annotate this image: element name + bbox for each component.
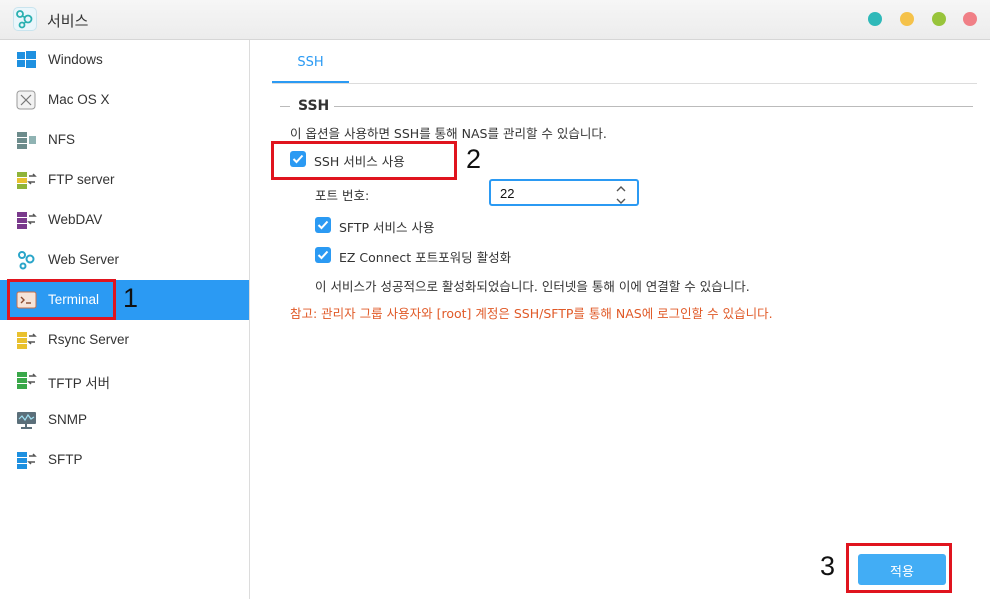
note-text: 참고: 관리자 그룹 사용자와 [root] 계정은 SSH/SFTP를 통해 …	[290, 306, 773, 321]
ez-connect-checkbox[interactable]	[315, 247, 331, 263]
macos-icon	[16, 90, 37, 110]
sftp-enable-label: SFTP 서비스 사용	[339, 220, 435, 235]
sidebar-item-label: Mac OS X	[48, 92, 110, 107]
sidebar-item-label: FTP server	[48, 172, 115, 187]
webdav-icon	[16, 210, 37, 230]
services-app-icon	[13, 7, 37, 31]
ez-connect-label: EZ Connect 포트포워딩 활성화	[339, 250, 512, 265]
sidebar-item-label: Web Server	[48, 252, 120, 267]
annotation-number-1: 1	[123, 283, 139, 313]
window-title: 서비스	[47, 12, 89, 30]
sidebar-item-web-server[interactable]: Web Server	[0, 240, 249, 280]
sidebar-item-windows[interactable]: Windows	[0, 40, 249, 80]
tftp-icon	[16, 370, 37, 390]
sidebar-item-macos[interactable]: Mac OS X	[0, 80, 249, 120]
sidebar-item-label: Rsync Server	[48, 332, 130, 347]
checkmark-icon	[317, 220, 329, 230]
window-control-close[interactable]	[963, 12, 977, 26]
sidebar-item-rsync[interactable]: Rsync Server	[0, 320, 249, 360]
tab-divider	[272, 83, 977, 84]
sidebar-item-ftp[interactable]: FTP server	[0, 160, 249, 200]
annotation-box-terminal	[7, 279, 116, 320]
tab-ssh[interactable]: SSH	[272, 48, 349, 84]
sftp-enable-checkbox[interactable]	[315, 217, 331, 233]
web-server-icon	[16, 250, 37, 270]
sidebar-item-webdav[interactable]: WebDAV	[0, 200, 249, 240]
sidebar-item-label: WebDAV	[48, 212, 103, 227]
ftp-icon	[16, 170, 37, 190]
ssh-enable-checkbox[interactable]	[290, 151, 306, 167]
window-control-green[interactable]	[932, 12, 946, 26]
annotation-number-3: 3	[820, 551, 836, 581]
sidebar-item-tftp[interactable]: TFTP 서버	[0, 360, 249, 400]
snmp-icon	[16, 410, 37, 430]
sidebar-item-label: SNMP	[48, 412, 88, 427]
port-label: 포트 번호:	[315, 188, 370, 203]
title-bar: 서비스	[0, 0, 990, 40]
apply-button[interactable]: 적용	[858, 554, 946, 585]
nfs-icon	[16, 130, 37, 150]
spinner-down-icon[interactable]	[616, 194, 626, 204]
sidebar-item-snmp[interactable]: SNMP	[0, 400, 249, 440]
service-status-text: 이 서비스가 성공적으로 활성화되었습니다. 인터넷을 통해 이에 연결할 수 …	[315, 279, 750, 294]
port-number-input[interactable]: 22	[489, 179, 639, 206]
section-divider-left	[280, 106, 290, 107]
ssh-description: 이 옵션을 사용하면 SSH를 통해 NAS를 관리할 수 있습니다.	[290, 126, 607, 141]
sidebar-item-label: SFTP	[48, 452, 83, 467]
annotation-number-2: 2	[466, 144, 482, 174]
sidebar-item-sftp[interactable]: SFTP	[0, 440, 249, 480]
spinner-up-icon[interactable]	[616, 182, 626, 192]
sidebar-item-nfs[interactable]: NFS	[0, 120, 249, 160]
window-control-teal[interactable]	[868, 12, 882, 26]
sidebar-item-label: TFTP 서버	[48, 376, 111, 391]
checkmark-icon	[317, 250, 329, 260]
sidebar-item-label: NFS	[48, 132, 75, 147]
sftp-icon	[16, 450, 37, 470]
window-control-yellow[interactable]	[900, 12, 914, 26]
port-number-value: 22	[500, 186, 515, 201]
ssh-enable-label: SSH 서비스 사용	[314, 154, 405, 169]
windows-icon	[16, 50, 37, 70]
checkmark-icon	[292, 154, 304, 164]
sidebar-item-label: Windows	[48, 52, 103, 67]
section-divider-right	[334, 106, 973, 107]
rsync-icon	[16, 330, 37, 350]
section-title: SSH	[298, 98, 330, 114]
